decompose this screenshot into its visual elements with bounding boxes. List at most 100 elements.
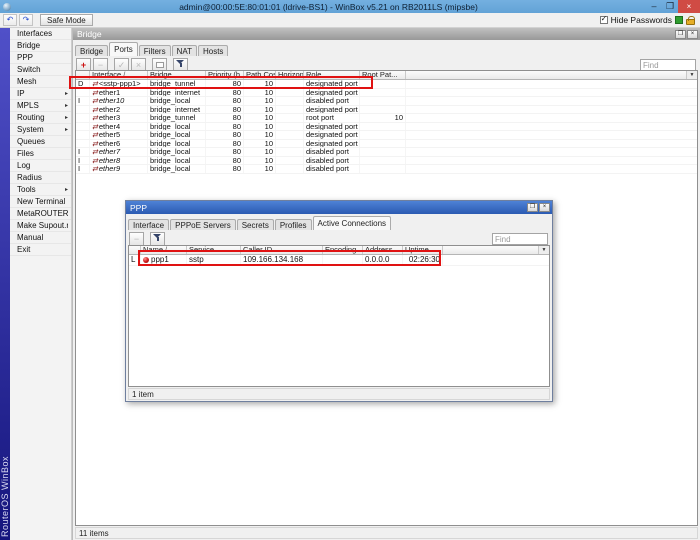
sidebar-item[interactable]: Mesh xyxy=(10,76,71,88)
sidebar-item[interactable]: Radius xyxy=(10,172,71,184)
bridge-port-row[interactable]: ether3 bridge_tunnel 80 10 root port 10 xyxy=(76,114,697,123)
horizon-cell xyxy=(276,157,304,165)
root-path-cell xyxy=(360,157,406,165)
sidebar-item[interactable]: New Terminal xyxy=(10,196,71,208)
bridge-close-button[interactable]: × xyxy=(687,30,698,39)
sidebar-item[interactable]: PPP xyxy=(10,52,71,64)
bridge-cell: bridge_local xyxy=(148,97,206,105)
bridge-port-row[interactable]: ether6 bridge_local 80 10 designated por… xyxy=(76,140,697,149)
column-path-cost[interactable]: Path Cost xyxy=(244,71,276,79)
column-horizon[interactable]: Horizon xyxy=(276,71,304,79)
sidebar-item[interactable]: Interfaces xyxy=(10,28,71,40)
column-address[interactable]: Address xyxy=(363,246,403,254)
horizon-cell xyxy=(276,123,304,131)
interface-icon xyxy=(92,81,98,88)
priority-cell: 80 xyxy=(206,123,244,131)
sidebar-item[interactable]: Tools ▸ xyxy=(10,184,71,196)
column-role[interactable]: Role xyxy=(304,71,360,79)
submenu-arrow-icon: ▸ xyxy=(65,90,68,97)
tab[interactable]: PPPoE Servers xyxy=(170,219,236,230)
path-cost-cell: 10 xyxy=(244,140,276,148)
ppp-close-button[interactable]: × xyxy=(539,203,550,212)
interface-icon xyxy=(92,90,98,97)
close-button[interactable]: × xyxy=(678,0,700,13)
bridge-port-row[interactable]: ether1 bridge_internet 80 10 designated … xyxy=(76,89,697,98)
tab[interactable]: Interface xyxy=(128,219,169,230)
column-priority[interactable]: Priority (h... xyxy=(206,71,244,79)
bridge-port-row[interactable]: I ether7 bridge_local 80 10 disabled por… xyxy=(76,148,697,157)
column-bridge[interactable]: Bridge xyxy=(148,71,206,79)
bridge-port-row[interactable]: I ether8 bridge_local 80 10 disabled por… xyxy=(76,157,697,166)
bridge-restore-button[interactable]: ❐ xyxy=(675,30,686,39)
window-title: admin@00:00:5E:80:01:01 (ldrive-BS1) - W… xyxy=(11,2,646,12)
tab[interactable]: Secrets xyxy=(237,219,274,230)
sidebar-item[interactable]: Log xyxy=(10,160,71,172)
bridge-cell: bridge_internet xyxy=(148,106,206,114)
tab[interactable]: Filters xyxy=(139,45,171,56)
interface-cell: <sstp-ppp1> xyxy=(90,80,148,88)
address-cell: 0.0.0.0 xyxy=(363,255,403,265)
tab[interactable]: Ports xyxy=(109,42,138,56)
name-cell: ppp1 xyxy=(141,255,187,265)
sidebar-item[interactable]: Exit xyxy=(10,244,71,256)
column-interface[interactable]: Interface/ xyxy=(90,71,148,79)
sidebar-item[interactable]: Files xyxy=(10,148,71,160)
hide-passwords-checkbox[interactable]: ✓ xyxy=(600,16,608,24)
find-input[interactable] xyxy=(492,233,548,245)
undo-button[interactable]: ↶ xyxy=(3,14,17,26)
column-dropdown-button[interactable]: ▼ xyxy=(538,246,549,254)
sidebar-item[interactable]: MetaROUTER xyxy=(10,208,71,220)
tab-label: Secrets xyxy=(242,221,269,230)
tab[interactable]: Hosts xyxy=(198,45,228,56)
sidebar-item-label: Routing xyxy=(17,113,65,122)
bridge-port-row[interactable]: D <sstp-ppp1> bridge_tunnel 80 10 design… xyxy=(76,80,697,89)
routeros-winbox-brand: RouterOS WinBox xyxy=(0,456,10,537)
tab[interactable]: NAT xyxy=(172,45,197,56)
column-root-path[interactable]: Root Pat... xyxy=(360,71,406,79)
restore-button[interactable]: ❐ xyxy=(662,0,678,13)
ppp-restore-button[interactable]: ❐ xyxy=(527,203,538,212)
horizon-cell xyxy=(276,89,304,97)
safe-mode-button[interactable]: Safe Mode xyxy=(40,14,93,26)
sidebar-item[interactable]: MPLS ▸ xyxy=(10,100,71,112)
sidebar-item[interactable]: Switch xyxy=(10,64,71,76)
sidebar-item[interactable]: Queues xyxy=(10,136,71,148)
sidebar-item[interactable]: Bridge xyxy=(10,40,71,52)
column-caller-id[interactable]: Caller ID xyxy=(241,246,323,254)
column-uptime[interactable]: Uptime xyxy=(403,246,443,254)
bridge-port-row[interactable]: I ether10 bridge_local 80 10 disabled po… xyxy=(76,97,697,106)
bridge-port-row[interactable]: I ether9 bridge_local 80 10 disabled por… xyxy=(76,165,697,174)
main-toolbar: ↶ ↷ Safe Mode ✓ Hide Passwords xyxy=(0,13,700,28)
column-name[interactable]: Name/ xyxy=(141,246,187,254)
sidebar-item-label: Queues xyxy=(17,137,68,146)
ppp-connection-row[interactable]: L ppp1 sstp 109.166.134.168 0.0.0.0 02:2… xyxy=(129,255,549,266)
interface-name: ether5 xyxy=(99,131,120,139)
column-service[interactable]: Service xyxy=(187,246,241,254)
bridge-tabs: Bridge Ports Filters NAT Hosts xyxy=(73,40,700,56)
interface-icon xyxy=(92,149,98,156)
minimize-button[interactable]: – xyxy=(646,0,662,13)
bridge-port-row[interactable]: ether5 bridge_local 80 10 designated por… xyxy=(76,131,697,140)
ppp-connection-icon xyxy=(143,257,149,263)
remove-button[interactable]: − xyxy=(129,232,144,246)
bridge-cell: bridge_local xyxy=(148,140,206,148)
sidebar-item[interactable]: IP ▸ xyxy=(10,88,71,100)
column-dropdown-button[interactable]: ▼ xyxy=(686,71,697,79)
bridge-port-row[interactable]: ether2 bridge_internet 80 10 designated … xyxy=(76,106,697,115)
root-path-cell xyxy=(360,89,406,97)
sidebar-item[interactable]: Make Supout.rif xyxy=(10,220,71,232)
tab[interactable]: Active Connections xyxy=(313,216,391,230)
tab[interactable]: Bridge xyxy=(75,45,108,56)
filter-button[interactable] xyxy=(150,232,165,246)
tab[interactable]: Profiles xyxy=(275,219,312,230)
brand-strip: RouterOS WinBox xyxy=(0,28,10,540)
bridge-port-row[interactable]: ether4 bridge_local 80 10 designated por… xyxy=(76,123,697,132)
redo-button[interactable]: ↷ xyxy=(19,14,33,26)
sidebar-item[interactable]: Routing ▸ xyxy=(10,112,71,124)
sidebar-item[interactable]: Manual xyxy=(10,232,71,244)
row-flag xyxy=(76,131,90,139)
interface-name: ether6 xyxy=(99,140,120,148)
caller-id-cell: 109.166.134.168 xyxy=(241,255,323,265)
sidebar-item[interactable]: System ▸ xyxy=(10,124,71,136)
column-encoding[interactable]: Encoding xyxy=(323,246,363,254)
